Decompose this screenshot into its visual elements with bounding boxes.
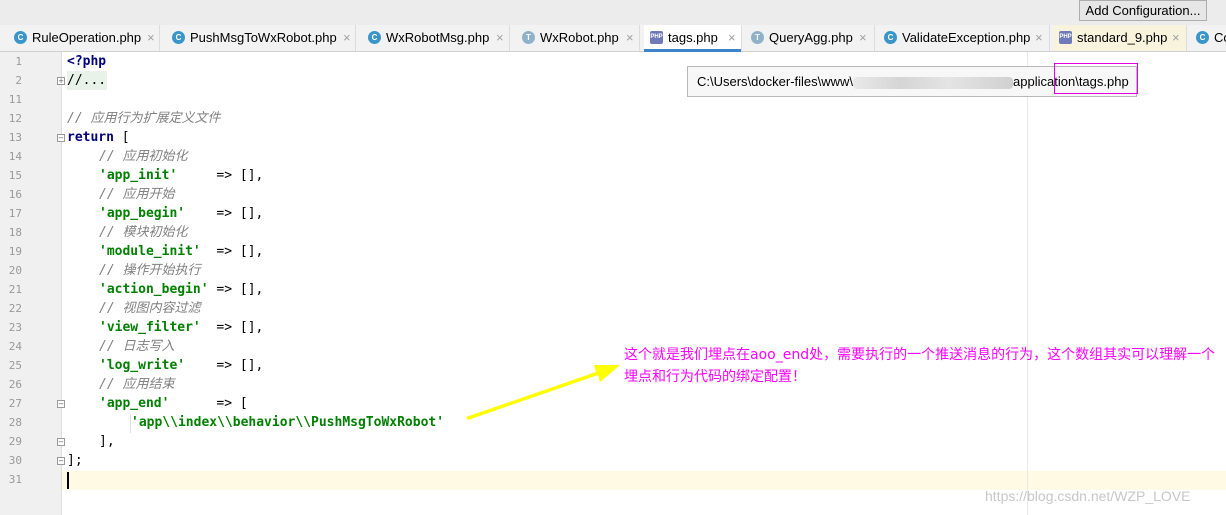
arrow-shape [466, 365, 620, 420]
watermark: https://blog.csdn.net/WZP_LOVE [985, 488, 1191, 504]
annotation-text: 这个就是我们埋点在aoo_end处，需要执行的一个推送消息的行为，这个数组其实可… [624, 347, 1216, 385]
annotation-arrow [466, 365, 620, 420]
